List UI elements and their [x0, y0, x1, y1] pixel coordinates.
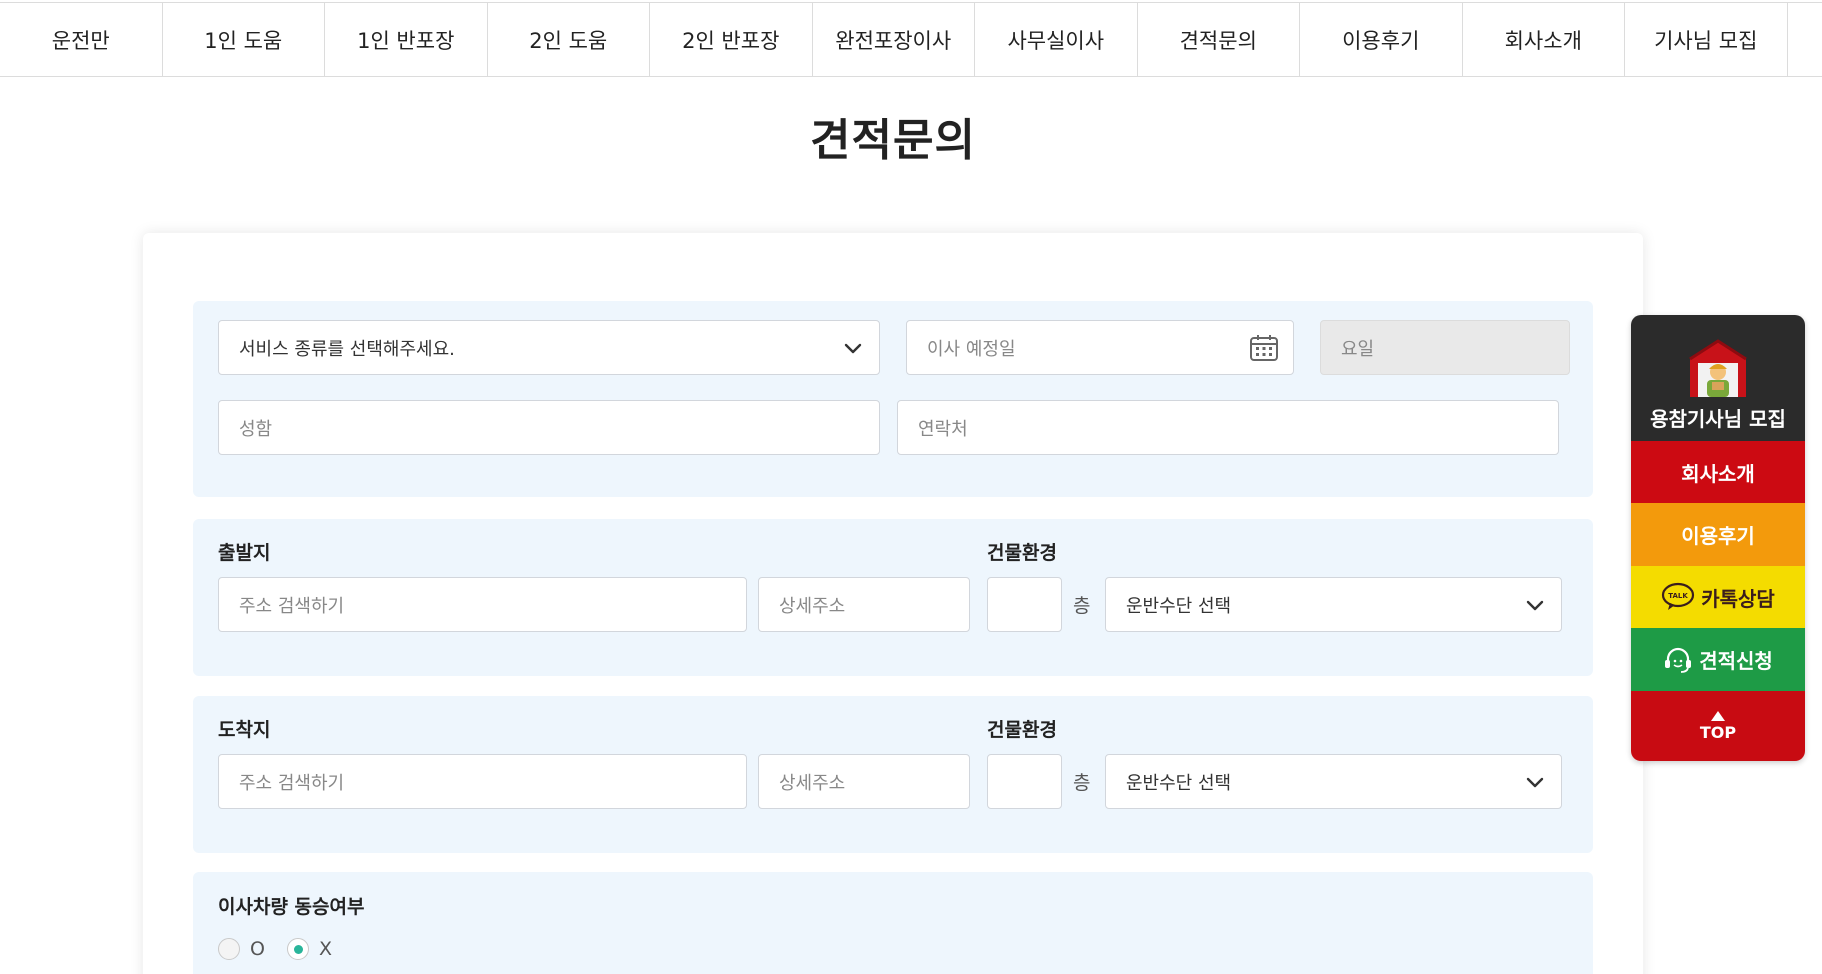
ride-along-panel: 이사차량 동승여부 O X: [193, 872, 1593, 974]
side-recruit-button[interactable]: 용참기사님 모집: [1631, 315, 1805, 441]
phone-placeholder: 연락처: [918, 418, 968, 440]
radio-o[interactable]: [218, 938, 240, 960]
departure-floor-unit: 층: [1073, 595, 1091, 617]
move-date-placeholder: 이사 예정일: [927, 338, 1016, 360]
side-review-label: 이용후기: [1681, 524, 1755, 548]
name-input[interactable]: 성함: [218, 400, 880, 455]
ride-along-option-o[interactable]: O: [218, 938, 265, 960]
basic-info-panel: 서비스 종류를 선택해주세요. 이사 예정일 요일 성함 연락처: [193, 301, 1593, 497]
nav-item-two-person-half-pack[interactable]: 2인 반포장: [650, 3, 813, 76]
page-title: 견적문의: [810, 115, 976, 166]
side-recruit-label: 용참기사님 모집: [1650, 406, 1786, 431]
top-navigation: 운전만 1인 도움 1인 반포장 2인 도움 2인 반포장 완전포장이사 사무실…: [0, 2, 1822, 77]
mover-mascot-icon: [1689, 338, 1747, 397]
name-placeholder: 성함: [239, 418, 273, 440]
calendar-icon: [1250, 335, 1278, 361]
nav-item-reviews[interactable]: 이용후기: [1300, 3, 1463, 76]
service-type-value: 서비스 종류를 선택해주세요.: [239, 338, 455, 360]
arrival-label: 도착지: [218, 719, 271, 741]
nav-item-office-move[interactable]: 사무실이사: [975, 3, 1138, 76]
chevron-down-icon: [1526, 600, 1544, 611]
headset-icon: [1665, 647, 1692, 673]
arrival-building-label: 건물환경: [987, 719, 1057, 741]
side-kakao-button[interactable]: TALK 카톡상담: [1631, 566, 1805, 628]
side-company-button[interactable]: 회사소개: [1631, 441, 1805, 503]
radio-o-label: O: [250, 938, 265, 960]
arrow-up-icon: [1711, 710, 1725, 721]
departure-transport-select[interactable]: 운반수단 선택: [1105, 577, 1562, 632]
weekday-placeholder: 요일: [1341, 338, 1375, 360]
move-date-input[interactable]: 이사 예정일: [906, 320, 1294, 375]
departure-detail-input[interactable]: 상세주소: [758, 577, 970, 632]
departure-panel: 출발지 건물환경 주소 검색하기 상세주소 층 운반수단 선택: [193, 519, 1593, 676]
phone-input[interactable]: 연락처: [897, 400, 1559, 455]
side-review-button[interactable]: 이용후기: [1631, 503, 1805, 566]
nav-item-driver-only[interactable]: 운전만: [0, 3, 163, 76]
arrival-detail-input[interactable]: 상세주소: [758, 754, 970, 809]
estimate-form-card: 서비스 종류를 선택해주세요. 이사 예정일 요일 성함 연락처 출발지 건물환…: [143, 233, 1643, 974]
side-company-label: 회사소개: [1681, 461, 1755, 486]
side-top-button[interactable]: TOP: [1631, 691, 1805, 761]
arrival-address-input[interactable]: 주소 검색하기: [218, 754, 747, 809]
chevron-down-icon: [844, 343, 862, 354]
radio-x[interactable]: [286, 938, 309, 960]
arrival-floor-unit: 층: [1073, 772, 1091, 794]
arrival-transport-value: 운반수단 선택: [1126, 772, 1232, 794]
departure-address-input[interactable]: 주소 검색하기: [218, 577, 747, 632]
chevron-down-icon: [1526, 777, 1544, 788]
nav-item-company-intro[interactable]: 회사소개: [1463, 3, 1625, 76]
nav-item-one-person-half-pack[interactable]: 1인 반포장: [325, 3, 488, 76]
weekday-field: 요일: [1320, 320, 1570, 375]
side-estimate-label: 견적신청: [1699, 649, 1773, 673]
arrival-transport-select[interactable]: 운반수단 선택: [1105, 754, 1562, 809]
arrival-detail-placeholder: 상세주소: [779, 772, 846, 794]
departure-label: 출발지: [218, 542, 271, 564]
ride-along-radio-group: O X: [218, 938, 332, 960]
side-estimate-button[interactable]: 견적신청: [1631, 628, 1805, 691]
nav-item-one-person-help[interactable]: 1인 도움: [163, 3, 325, 76]
ride-along-option-x[interactable]: X: [286, 938, 332, 960]
nav-item-two-person-help[interactable]: 2인 도움: [488, 3, 650, 76]
nav-item-full-pack-move[interactable]: 완전포장이사: [813, 3, 975, 76]
floating-side-menu: 용참기사님 모집 회사소개 이용후기 TALK 카톡상담 견적신청 TOP: [1631, 315, 1805, 761]
radio-x-label: X: [318, 938, 332, 960]
departure-detail-placeholder: 상세주소: [779, 595, 846, 617]
nav-item-estimate-inquiry[interactable]: 견적문의: [1138, 3, 1300, 76]
departure-building-label: 건물환경: [987, 542, 1057, 564]
kakao-badge-text: TALK: [1668, 592, 1688, 600]
ride-along-label: 이사차량 동승여부: [218, 896, 365, 918]
side-kakao-label: 카톡상담: [1701, 586, 1775, 611]
departure-address-placeholder: 주소 검색하기: [239, 595, 345, 617]
arrival-panel: 도착지 건물환경 주소 검색하기 상세주소 층 운반수단 선택: [193, 696, 1593, 853]
side-top-label: TOP: [1699, 722, 1737, 742]
arrival-floor-input[interactable]: [987, 754, 1062, 809]
kakao-talk-icon: TALK: [1662, 582, 1695, 610]
departure-transport-value: 운반수단 선택: [1126, 595, 1232, 617]
arrival-address-placeholder: 주소 검색하기: [239, 772, 345, 794]
service-type-select[interactable]: 서비스 종류를 선택해주세요.: [218, 320, 880, 375]
nav-item-driver-recruit[interactable]: 기사님 모집: [1625, 3, 1788, 76]
departure-floor-input[interactable]: [987, 577, 1062, 632]
